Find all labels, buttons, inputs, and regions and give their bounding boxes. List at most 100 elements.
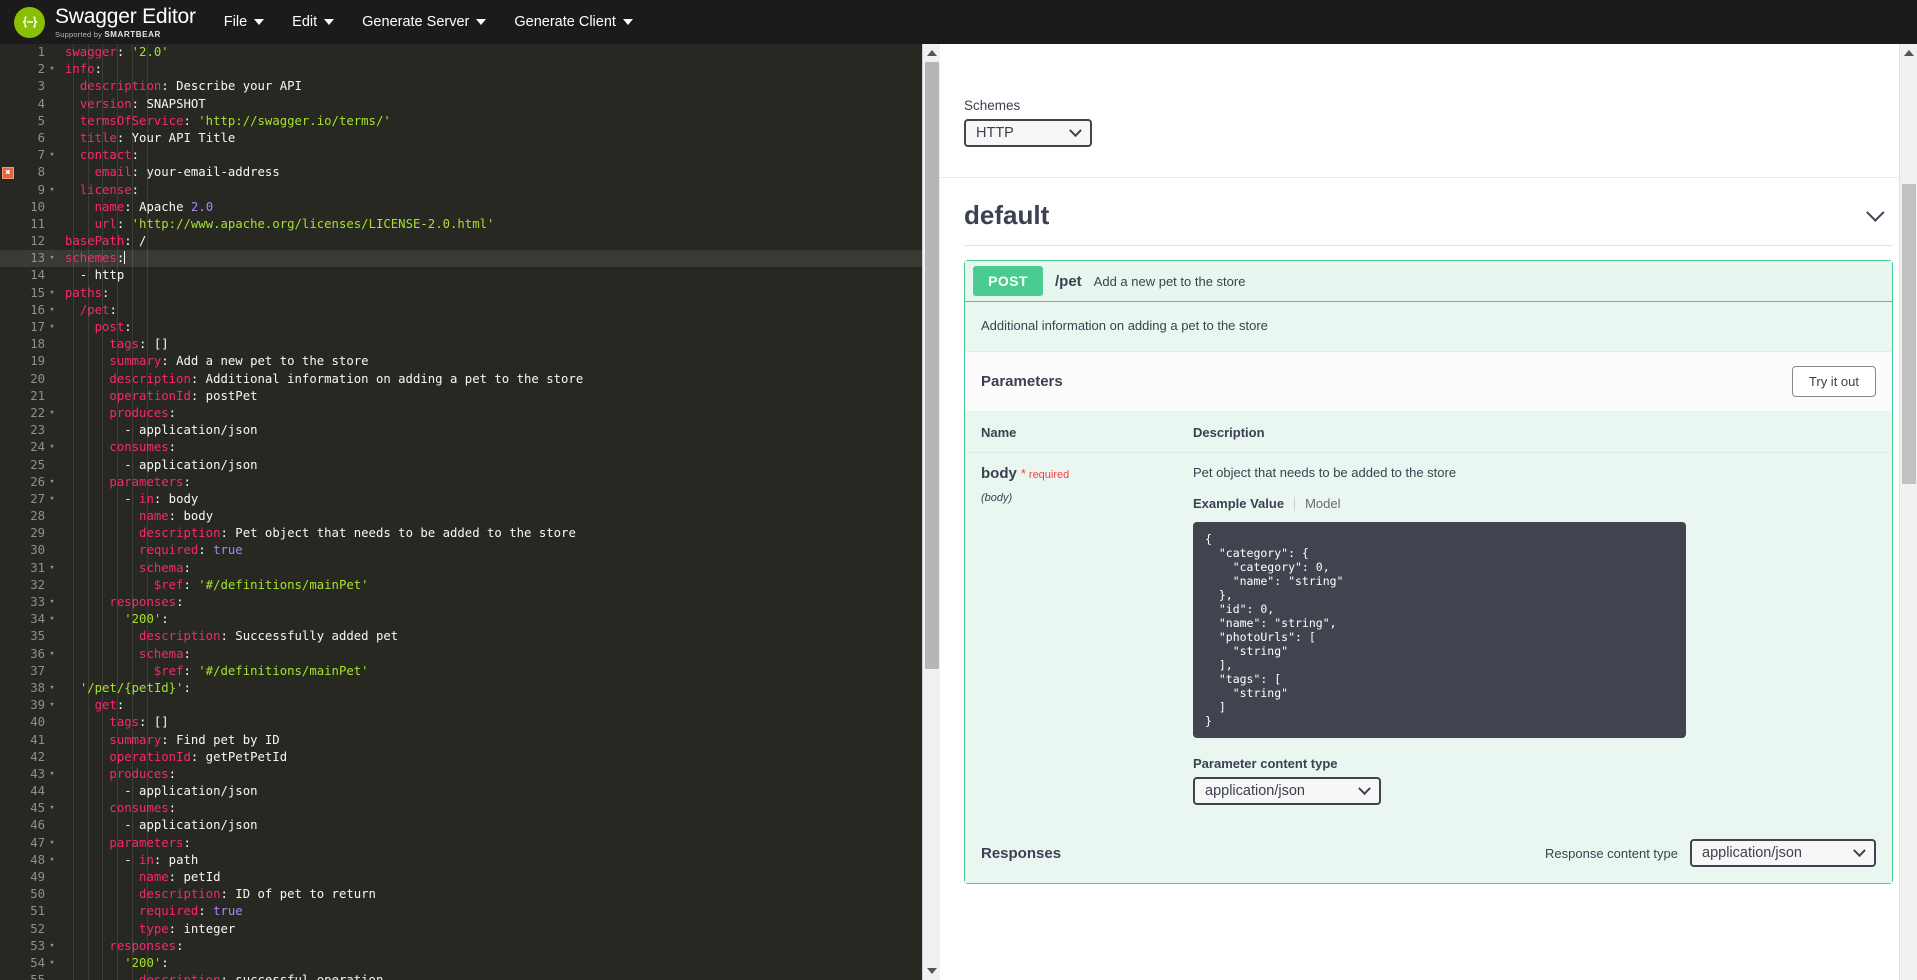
code-line[interactable]: 48 ▾ - in: path <box>0 852 940 869</box>
code-line[interactable]: 51 required: true <box>0 903 940 920</box>
fold-toggle-icon[interactable]: ▾ <box>46 147 58 164</box>
code-line[interactable]: 26 ▾ parameters: <box>0 474 940 491</box>
try-it-out-button[interactable]: Try it out <box>1791 366 1876 397</box>
code-line[interactable]: 30 required: true <box>0 542 940 559</box>
fold-toggle-icon[interactable]: ▾ <box>46 491 58 508</box>
code-line[interactable]: 19 summary: Add a new pet to the store <box>0 353 940 370</box>
code-line[interactable]: 49 name: petId <box>0 869 940 886</box>
fold-toggle-icon[interactable]: ▾ <box>46 955 58 972</box>
fold-toggle-icon[interactable]: ▾ <box>46 405 58 422</box>
fold-toggle-icon[interactable]: ▾ <box>46 697 58 714</box>
code-line[interactable]: 3 description: Describe your API <box>0 78 940 95</box>
scroll-up-arrow-icon[interactable] <box>923 44 940 62</box>
code-line[interactable]: 25 - application/json <box>0 457 940 474</box>
code-line[interactable]: 53 ▾ responses: <box>0 938 940 955</box>
code-line[interactable]: 12 basePath: / <box>0 233 940 250</box>
fold-toggle-icon[interactable]: ▾ <box>46 800 58 817</box>
fold-toggle-icon[interactable]: ▾ <box>46 611 58 628</box>
code-line[interactable]: 5 termsOfService: 'http://swagger.io/ter… <box>0 113 940 130</box>
code-line[interactable]: 45 ▾ consumes: <box>0 800 940 817</box>
code-line[interactable]: 55 description: successful operation <box>0 972 940 980</box>
code-line[interactable]: 13 ▾ schemes: <box>0 250 940 268</box>
code-line[interactable]: 18 tags: [] <box>0 336 940 353</box>
fold-toggle-icon[interactable]: ▾ <box>46 646 58 663</box>
code-line[interactable]: 40 tags: [] <box>0 714 940 731</box>
fold-toggle-icon[interactable]: ▾ <box>46 594 58 611</box>
code-line[interactable]: 23 - application/json <box>0 422 940 439</box>
menu-edit[interactable]: Edit <box>292 14 335 30</box>
scroll-down-arrow-icon[interactable] <box>923 962 940 980</box>
page-scroll-up-arrow-icon[interactable] <box>1900 44 1917 62</box>
fold-toggle-icon[interactable]: ▾ <box>46 560 58 577</box>
code-line[interactable]: 47 ▾ parameters: <box>0 835 940 852</box>
code-line[interactable]: 52 type: integer <box>0 921 940 938</box>
fold-toggle-icon[interactable]: ▾ <box>46 852 58 869</box>
tag-header[interactable]: default <box>964 200 1893 246</box>
code-line[interactable]: 42 operationId: getPetPetId <box>0 749 940 766</box>
operation-summary-row[interactable]: POST /pet Add a new pet to the store <box>965 261 1892 302</box>
code-line[interactable]: 43 ▾ produces: <box>0 766 940 783</box>
code-line[interactable]: 22 ▾ produces: <box>0 405 940 422</box>
fold-toggle-icon[interactable]: ▾ <box>46 835 58 852</box>
fold-toggle-icon[interactable]: ▾ <box>46 680 58 697</box>
code-line[interactable]: 32 $ref: '#/definitions/mainPet' <box>0 577 940 594</box>
code-line[interactable]: 16 ▾ /pet: <box>0 302 940 319</box>
code-line[interactable]: 28 name: body <box>0 508 940 525</box>
parameter-content-type-select[interactable]: application/json <box>1193 777 1381 805</box>
fold-toggle-icon[interactable]: ▾ <box>46 250 58 267</box>
code-line[interactable]: ✖ 8 email: your-email-address <box>0 164 940 181</box>
response-content-type-select[interactable]: application/json <box>1690 839 1876 867</box>
chevron-down-icon[interactable] <box>1866 203 1885 222</box>
tab-example-value[interactable]: Example Value <box>1193 496 1294 511</box>
fold-toggle-icon[interactable]: ▾ <box>46 61 58 78</box>
code-line[interactable]: 37 $ref: '#/definitions/mainPet' <box>0 663 940 680</box>
yaml-editor[interactable]: 1 swagger: '2.0' 2 ▾ info: 3 description: Des… <box>0 44 940 980</box>
fold-toggle-icon[interactable]: ▾ <box>46 439 58 456</box>
error-marker-icon[interactable]: ✖ <box>2 166 14 179</box>
code-line[interactable]: 44 - application/json <box>0 783 940 800</box>
code-line[interactable]: 29 description: Pet object that needs to… <box>0 525 940 542</box>
code-line[interactable]: 33 ▾ responses: <box>0 594 940 611</box>
code-line[interactable]: 31 ▾ schema: <box>0 560 940 577</box>
code-line[interactable]: 17 ▾ post: <box>0 319 940 336</box>
code-line[interactable]: 1 swagger: '2.0' <box>0 44 940 61</box>
code-line[interactable]: 36 ▾ schema: <box>0 646 940 663</box>
code-line[interactable]: 39 ▾ get: <box>0 697 940 714</box>
fold-toggle-icon[interactable]: ▾ <box>46 285 58 302</box>
code-line[interactable]: 21 operationId: postPet <box>0 388 940 405</box>
code-line[interactable]: 7 ▾ contact: <box>0 147 940 164</box>
code-line[interactable]: 46 - application/json <box>0 817 940 834</box>
example-value-code[interactable]: { "category": { "category": 0, "name": "… <box>1193 522 1686 738</box>
code-line[interactable]: 35 description: Successfully added pet <box>0 628 940 645</box>
editor-scrollbar-thumb[interactable] <box>925 62 939 669</box>
code-line[interactable]: 10 name: Apache 2.0 <box>0 199 940 216</box>
code-line[interactable]: 38 ▾ '/pet/{petId}': <box>0 680 940 697</box>
code-line[interactable]: 4 version: SNAPSHOT <box>0 96 940 113</box>
fold-toggle-icon[interactable]: ▾ <box>46 182 58 199</box>
code-line[interactable]: 41 summary: Find pet by ID <box>0 732 940 749</box>
page-scrollbar[interactable] <box>1899 44 1917 980</box>
code-line[interactable]: 15 ▾ paths: <box>0 285 940 302</box>
menu-file[interactable]: File <box>224 14 265 30</box>
code-line[interactable]: 27 ▾ - in: body <box>0 491 940 508</box>
code-line[interactable]: 20 description: Additional information o… <box>0 371 940 388</box>
code-line[interactable]: 9 ▾ license: <box>0 182 940 199</box>
code-line[interactable]: 11 url: 'http://www.apache.org/licenses/… <box>0 216 940 233</box>
fold-toggle-icon[interactable]: ▾ <box>46 474 58 491</box>
page-scrollbar-thumb[interactable] <box>1902 184 1916 484</box>
code-lines[interactable]: 1 swagger: '2.0' 2 ▾ info: 3 description: Des… <box>0 44 940 980</box>
menu-generate-server[interactable]: Generate Server <box>362 14 487 30</box>
fold-toggle-icon[interactable]: ▾ <box>46 302 58 319</box>
code-line[interactable]: 50 description: ID of pet to return <box>0 886 940 903</box>
code-line[interactable]: 34 ▾ '200': <box>0 611 940 628</box>
schemes-select[interactable]: HTTP <box>964 119 1092 147</box>
code-line[interactable]: 24 ▾ consumes: <box>0 439 940 456</box>
tab-model[interactable]: Model <box>1295 496 1340 511</box>
menu-generate-client[interactable]: Generate Client <box>514 14 633 30</box>
code-line[interactable]: 2 ▾ info: <box>0 61 940 78</box>
fold-toggle-icon[interactable]: ▾ <box>46 766 58 783</box>
code-line[interactable]: 6 title: Your API Title <box>0 130 940 147</box>
editor-scrollbar[interactable] <box>922 44 940 980</box>
code-line[interactable]: 14 - http <box>0 267 940 284</box>
fold-toggle-icon[interactable]: ▾ <box>46 938 58 955</box>
